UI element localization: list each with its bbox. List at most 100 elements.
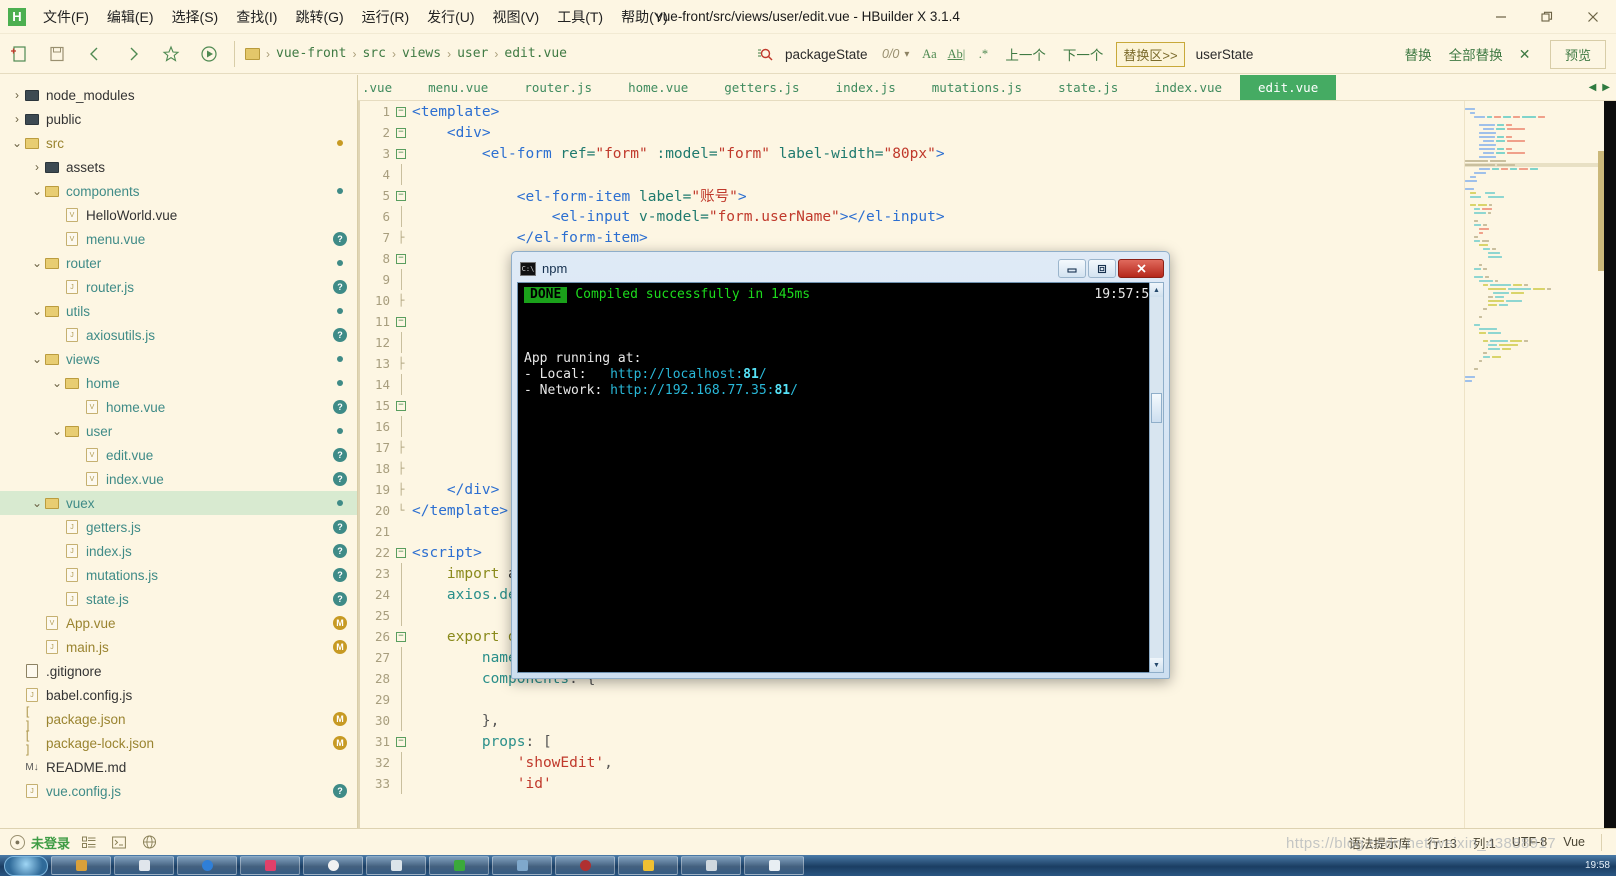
chevron-down-icon[interactable]: ▾ [902,49,915,60]
menu-view[interactable]: 视图(V) [484,4,549,30]
taskbar-item[interactable] [492,856,552,875]
chevron-down-icon[interactable]: ⌄ [30,496,44,510]
close-icon[interactable] [1570,0,1616,34]
tree-item-getters-js[interactable]: Jgetters.js? [0,515,357,539]
editor-tab-state-js[interactable]: state.js [1040,75,1136,100]
taskbar-item[interactable] [744,856,804,875]
cursor-column[interactable]: 列:1 [1473,833,1496,852]
terminal-scrollbar[interactable]: ▲ ▼ [1149,282,1164,673]
npm-terminal-window[interactable]: C:\ npm DONE Compiled successfully in 14… [511,251,1170,679]
chevron-down-icon[interactable]: ⌄ [30,256,44,270]
taskbar-item[interactable] [429,856,489,875]
code-line[interactable]: 2− <div> [360,122,1464,143]
editor-tab-edit-vue[interactable]: edit.vue [1240,75,1336,100]
outline-icon[interactable] [78,833,100,851]
minimize-icon[interactable] [1478,0,1524,34]
back-icon[interactable] [76,35,114,73]
menu-file[interactable]: 文件(F) [34,4,98,30]
tree-item-components[interactable]: ⌄components [0,179,357,203]
start-orb-icon[interactable] [4,856,48,876]
tree-item-node_modules[interactable]: ›node_modules [0,83,357,107]
tree-item-utils[interactable]: ⌄utils [0,299,357,323]
tree-item-index-js[interactable]: Jindex.js? [0,539,357,563]
editor-tab-getters-js[interactable]: getters.js [706,75,817,100]
forward-icon[interactable] [114,35,152,73]
menu-select[interactable]: 选择(S) [163,4,228,30]
code-line[interactable]: 5− <el-form-item label="账号"> [360,185,1464,206]
tree-item-views[interactable]: ⌄views [0,347,357,371]
breadcrumb-item-file[interactable]: edit.vue [501,45,570,62]
fold-collapse-icon[interactable]: − [392,149,410,159]
cursor-row[interactable]: 行:13 [1427,833,1457,852]
taskbar-item[interactable] [240,856,300,875]
project-file-tree[interactable]: ›node_modules›public⌄src›assets⌄componen… [0,75,358,840]
encoding-label[interactable]: UTF-8 [1512,835,1547,849]
tree-item-axiosutils-js[interactable]: Jaxiosutils.js? [0,323,357,347]
terminal-close-icon[interactable] [1118,259,1164,278]
editor-tab-mutations-js[interactable]: mutations.js [914,75,1040,100]
taskbar-item[interactable] [51,856,111,875]
tree-item-src[interactable]: ⌄src [0,131,357,155]
chevron-down-icon[interactable]: ⌄ [30,304,44,318]
code-line[interactable]: 1−<template> [360,101,1464,122]
menu-edit[interactable]: 编辑(E) [98,4,163,30]
find-prev-button[interactable]: 上一个 [997,41,1054,67]
fold-collapse-icon[interactable]: − [392,632,410,642]
find-next-button[interactable]: 下一个 [1055,41,1112,67]
chevron-right-icon[interactable]: ▶ [1602,82,1610,93]
menu-goto[interactable]: 跳转(G) [286,4,352,30]
taskbar-item[interactable] [366,856,426,875]
editor-tab--vue[interactable]: .vue [358,75,410,100]
chevron-down-icon[interactable]: ⌄ [30,184,44,198]
menu-find[interactable]: 查找(I) [227,4,286,30]
chevron-down-icon[interactable]: ⌄ [10,136,24,150]
tree-item-assets[interactable]: ›assets [0,155,357,179]
scroll-up-icon[interactable]: ▲ [1150,283,1163,297]
scrollbar-thumb[interactable] [1151,393,1162,423]
browser-icon[interactable] [138,833,160,851]
tree-item-index-vue[interactable]: Vindex.vue? [0,467,357,491]
match-case-icon[interactable]: Aa [916,41,942,67]
terminal-minimize-icon[interactable] [1058,259,1086,278]
chevron-left-icon[interactable]: ◀ [1589,82,1597,93]
new-file-icon[interactable] [0,35,38,73]
fold-collapse-icon[interactable]: − [392,317,410,327]
tree-item-public[interactable]: ›public [0,107,357,131]
editor-scrollbar[interactable] [1604,101,1616,840]
tree-item-readme-md[interactable]: M↓README.md [0,755,357,779]
close-find-icon[interactable]: ✕ [1512,41,1538,67]
code-line[interactable]: 33 'id' [360,773,1464,794]
chevron-down-icon[interactable]: ⌄ [50,424,64,438]
editor-tab-home-vue[interactable]: home.vue [610,75,706,100]
chevron-down-icon[interactable]: ⌄ [30,352,44,366]
code-line[interactable]: 6 <el-input v-model="form.userName"></el… [360,206,1464,227]
terminal-output[interactable]: DONE Compiled successfully in 145ms 19:5… [517,282,1164,673]
preview-button[interactable]: 预览 [1550,40,1606,69]
tree-item-package-json[interactable]: [ ]package.jsonM [0,707,357,731]
tree-item-vue-config-js[interactable]: Jvue.config.js? [0,779,357,803]
tree-item-home-vue[interactable]: Vhome.vue? [0,395,357,419]
chevron-right-icon[interactable]: › [10,88,24,102]
scroll-down-icon[interactable]: ▼ [1150,658,1163,672]
favorite-icon[interactable] [152,35,190,73]
tree-item-babel-config-js[interactable]: Jbabel.config.js [0,683,357,707]
editor-tab-index-js[interactable]: index.js [818,75,914,100]
tree-item-router[interactable]: ⌄router [0,251,357,275]
taskbar-item[interactable] [681,856,741,875]
network-url[interactable]: http://192.168.77.35: [610,383,774,399]
tree-item-main-js[interactable]: Jmain.jsM [0,635,357,659]
breadcrumb-item-project[interactable]: vue-front [273,45,349,62]
search-input[interactable]: packageState [779,45,879,64]
fold-collapse-icon[interactable]: − [392,548,410,558]
login-status[interactable]: ● 未登录 [10,833,70,852]
tree-item-state-js[interactable]: Jstate.js? [0,587,357,611]
menu-help[interactable]: 帮助(Y) [612,4,677,30]
taskbar-item[interactable] [177,856,237,875]
menu-publish[interactable]: 发行(U) [418,4,483,30]
tree-item-package-lock-json[interactable]: [ ]package-lock.jsonM [0,731,357,755]
local-url[interactable]: http://localhost: [610,367,743,383]
language-label[interactable]: Vue [1563,835,1585,849]
code-line[interactable]: 32 'showEdit', [360,752,1464,773]
fold-collapse-icon[interactable]: − [392,737,410,747]
taskbar-clock[interactable]: 19:58 [1585,860,1610,871]
